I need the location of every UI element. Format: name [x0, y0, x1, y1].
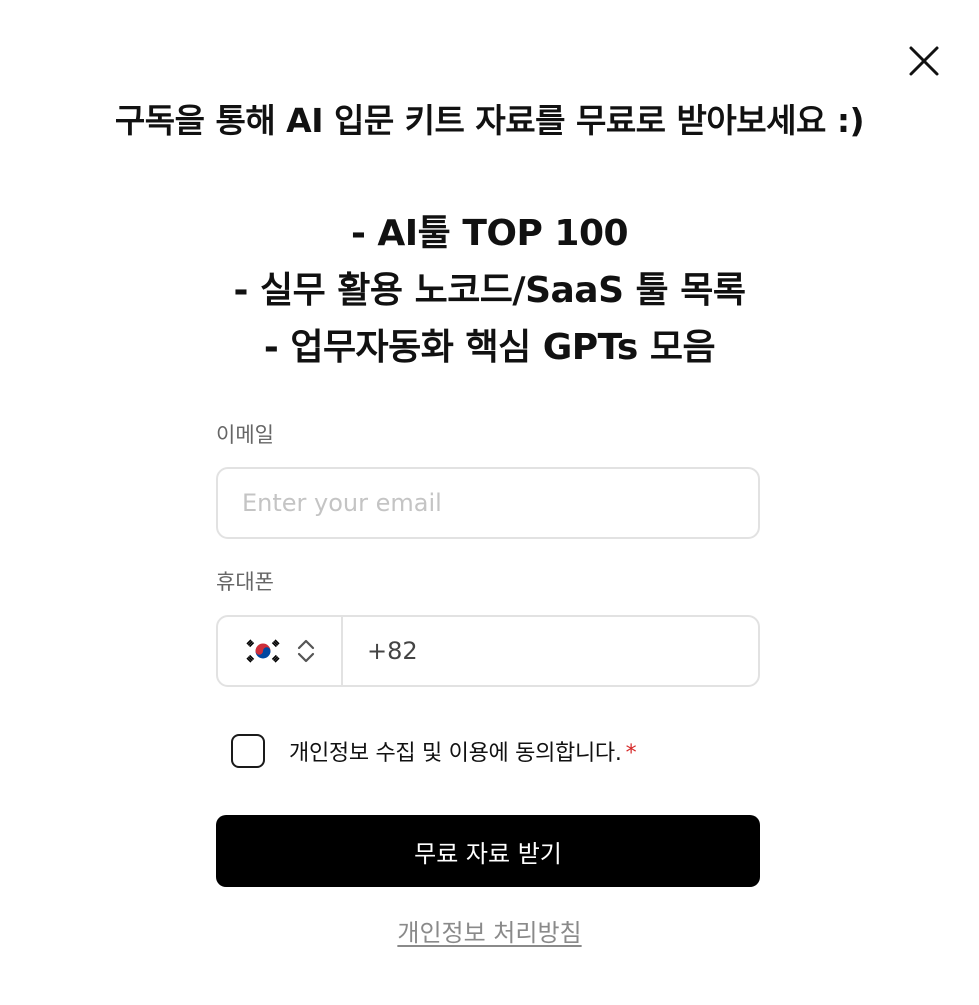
south-korea-flag-icon [244, 637, 281, 665]
benefits-list: - AI툴 TOP 100 - 실무 활용 노코드/SaaS 툴 목록 - 업무… [0, 205, 979, 376]
phone-label: 휴대폰 [216, 570, 274, 594]
email-label: 이메일 [216, 423, 274, 447]
submit-button[interactable]: 무료 자료 받기 [216, 815, 760, 887]
consent-label: 개인정보 수집 및 이용에 동의합니다. * [289, 735, 637, 767]
chevron-up-down-icon [297, 639, 314, 663]
country-code-select[interactable] [218, 617, 343, 685]
consent-text: 개인정보 수집 및 이용에 동의합니다. [289, 741, 622, 766]
benefit-item: - 업무자동화 핵심 GPTs 모음 [263, 327, 716, 368]
subscription-modal: 구독을 통해 AI 입문 키트 자료를 무료로 받아보세요 :) - AI툴 T… [0, 0, 979, 1005]
phone-field [216, 615, 760, 687]
close-button[interactable] [904, 41, 944, 81]
modal-headline: 구독을 통해 AI 입문 키트 자료를 무료로 받아보세요 :) [114, 101, 865, 140]
email-input[interactable] [216, 467, 760, 539]
consent-row: 개인정보 수집 및 이용에 동의합니다. * [231, 734, 637, 768]
phone-input[interactable] [343, 617, 758, 685]
benefit-item: - 실무 활용 노코드/SaaS 툴 목록 [233, 270, 746, 311]
required-mark: * [625, 741, 637, 766]
consent-checkbox[interactable] [231, 734, 265, 768]
benefit-item: - AI툴 TOP 100 [350, 213, 629, 254]
close-icon [909, 46, 939, 76]
privacy-policy-link[interactable]: 개인정보 처리방침 [397, 919, 581, 947]
privacy-link-wrapper: 개인정보 처리방침 [0, 913, 979, 948]
